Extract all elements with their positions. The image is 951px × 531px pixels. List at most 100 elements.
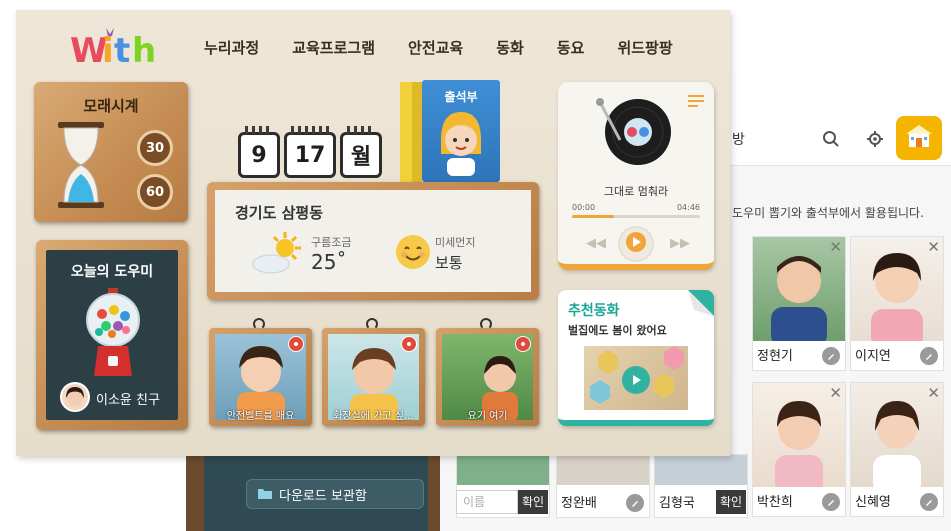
- story-play-button[interactable]: [622, 366, 650, 394]
- nav-item-stories[interactable]: 동화: [496, 37, 524, 58]
- playlist-menu-icon[interactable]: [688, 92, 704, 111]
- child-card[interactable]: ✕ 이지연: [850, 236, 944, 371]
- nav-item-education[interactable]: 교육프로그램: [292, 37, 375, 58]
- download-storage-label: 다운로드 보관함: [279, 488, 367, 504]
- hourglass-title: 모래시계: [83, 97, 139, 115]
- child-name: 정완배: [561, 496, 597, 511]
- previous-icon[interactable]: ◀◀: [586, 236, 606, 251]
- settings-badge-icon[interactable]: [288, 336, 304, 352]
- page-curl-icon: [688, 290, 714, 320]
- next-icon[interactable]: ▶▶: [670, 236, 690, 251]
- fine-dust-label: 미세먼지: [435, 236, 476, 249]
- close-icon[interactable]: ✕: [927, 238, 940, 256]
- confirm-button[interactable]: 확인: [518, 490, 548, 514]
- frame-caption: 화장실에 가고 싶…: [333, 411, 414, 422]
- edit-icon[interactable]: [626, 494, 644, 512]
- helper-name: 이소윤 친구: [96, 393, 160, 408]
- svg-text:h: h: [132, 31, 156, 71]
- total-time: 04:46: [676, 203, 700, 212]
- svg-text:t: t: [114, 31, 130, 71]
- month-card: 9: [238, 126, 280, 178]
- timer-60-button[interactable]: 60: [137, 174, 173, 210]
- girl-character-icon: [435, 106, 487, 180]
- edit-icon[interactable]: [822, 347, 840, 365]
- song-title: 그대로 멈춰라: [603, 185, 669, 198]
- sun-cloud-icon: [251, 230, 307, 280]
- home-button[interactable]: [896, 116, 942, 160]
- recommended-story-subtitle: 벌집에도 봄이 왔어요: [568, 324, 667, 337]
- gumball-machine-icon[interactable]: [84, 288, 142, 382]
- frame-hook: [366, 318, 378, 330]
- main-app-window: W i t h 누리과정 교육프로그램 안전교육 동화 동요 위드팡팡 모래시계…: [16, 10, 730, 456]
- recommended-story-title: 추천동화: [568, 303, 620, 319]
- confirm-button[interactable]: 확인: [716, 490, 746, 514]
- timer-30-button[interactable]: 30: [137, 130, 173, 166]
- play-icon: [630, 371, 642, 390]
- name-entry: 확인: [716, 488, 746, 516]
- child-card[interactable]: ✕ 신혜영: [850, 382, 944, 517]
- nav-item-withpangpang[interactable]: 위드팡팡: [617, 37, 672, 58]
- child-name: 정현기: [757, 349, 793, 364]
- frame-caption: 안전벨트를 매요: [226, 411, 295, 422]
- nav-item-nuri[interactable]: 누리과정: [204, 37, 259, 58]
- fine-dust-value: 보통: [435, 254, 463, 272]
- helper-chalkboard: 오늘의 도우미 이소윤 친구: [46, 250, 178, 420]
- date-flip-calendar: 9 17 월: [238, 126, 382, 178]
- here-video-frame[interactable]: 요기 여기: [436, 318, 539, 426]
- music-player: 그대로 멈춰라 00:00 04:46 ◀◀ ▶▶: [558, 82, 714, 270]
- name-entry: 이름 확인: [456, 488, 548, 516]
- close-icon[interactable]: ✕: [829, 384, 842, 402]
- attendance-book-button[interactable]: 출석부: [422, 80, 500, 182]
- child-photo: [557, 455, 649, 485]
- search-icon[interactable]: [822, 130, 840, 152]
- close-icon[interactable]: ✕: [829, 238, 842, 256]
- day-card: 17: [284, 126, 336, 178]
- child-card[interactable]: 정완배: [556, 454, 650, 518]
- book-spine: [412, 82, 422, 182]
- gear-icon[interactable]: [866, 130, 884, 152]
- folder-icon: [257, 485, 273, 504]
- child-name: 신혜영: [855, 495, 891, 510]
- child-photo: [655, 455, 747, 485]
- nav-item-songs[interactable]: 동요: [557, 37, 585, 58]
- bathroom-video-frame[interactable]: 화장실에 가고 싶…: [322, 318, 425, 426]
- child-name: 박찬희: [757, 495, 793, 510]
- attendance-title: 방: [732, 132, 745, 148]
- name-input[interactable]: 이름: [456, 490, 518, 514]
- avatar: [60, 382, 90, 412]
- safety-video-frame[interactable]: 안전벨트를 매요: [209, 318, 312, 426]
- main-nav: 누리과정 교육프로그램 안전교육 동화 동요 위드팡팡: [204, 37, 706, 58]
- svg-text:i: i: [102, 31, 114, 71]
- smiley-icon: [395, 234, 431, 274]
- child-name: 이지연: [855, 349, 891, 364]
- child-card[interactable]: ✕ 박찬희: [752, 382, 846, 517]
- settings-badge-icon[interactable]: [401, 336, 417, 352]
- with-logo[interactable]: W i t h: [70, 24, 160, 74]
- location-label: 경기도 삼평동: [235, 204, 324, 222]
- play-button[interactable]: [618, 226, 654, 262]
- play-icon: [625, 231, 647, 257]
- menu-wood-panel: 다운로드 보관함: [186, 455, 440, 531]
- edit-icon[interactable]: [822, 493, 840, 511]
- recommended-story-card[interactable]: 추천동화 벌집에도 봄이 왔어요: [558, 290, 714, 426]
- vinyl-record-icon: [594, 96, 678, 170]
- weather-board: 경기도 삼평동 구름조금 25˚ 미세먼지 보통: [215, 190, 531, 292]
- progress-bar[interactable]: [572, 215, 700, 218]
- todays-helper-widget: 오늘의 도우미 이소윤 친구: [36, 240, 188, 430]
- weather-widget: 경기도 삼평동 구름조금 25˚ 미세먼지 보통: [207, 182, 539, 300]
- child-card[interactable]: ✕ 정현기: [752, 236, 846, 371]
- child-name: 김형국: [659, 496, 695, 511]
- elapsed-time: 00:00: [572, 203, 596, 212]
- nav-item-safety[interactable]: 안전교육: [408, 37, 463, 58]
- menu-board: 다운로드 보관함: [204, 455, 428, 531]
- school-icon: [904, 123, 934, 153]
- progress-fill: [572, 215, 615, 218]
- weather-description: 구름조금: [311, 236, 352, 249]
- child-photo: [457, 455, 549, 485]
- close-icon[interactable]: ✕: [927, 384, 940, 402]
- edit-icon[interactable]: [920, 493, 938, 511]
- download-storage-button[interactable]: 다운로드 보관함: [246, 479, 424, 509]
- settings-badge-icon[interactable]: [515, 336, 531, 352]
- frame-hook: [253, 318, 265, 330]
- edit-icon[interactable]: [920, 347, 938, 365]
